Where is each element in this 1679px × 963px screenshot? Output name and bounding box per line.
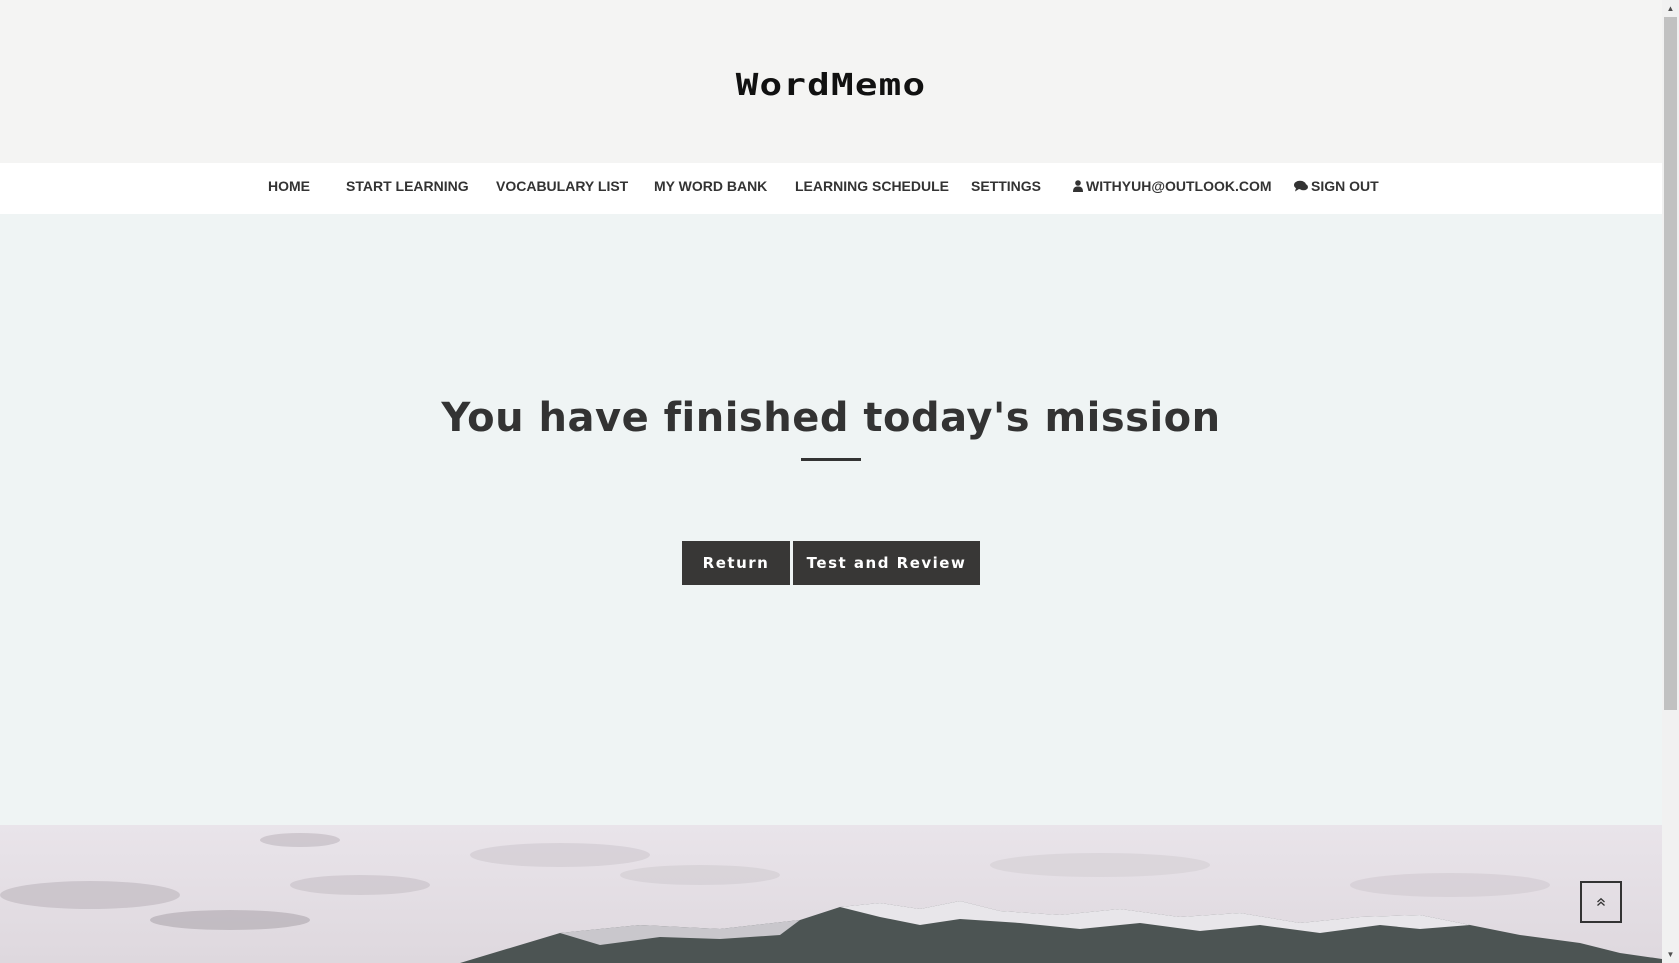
site-header: WordMemo <box>0 0 1662 163</box>
nav-item-vocabulary-list[interactable]: VOCABULARY LIST <box>496 163 628 214</box>
nav-item-my-word-bank[interactable]: MY WORD BANK <box>654 163 767 214</box>
nav-item-start-learning[interactable]: START LEARNING <box>346 163 469 214</box>
user-icon <box>1073 163 1083 210</box>
nav-item-account[interactable]: WITHYUH@OUTLOOK.COM <box>1073 163 1272 214</box>
main-content: You have finished today's mission Return… <box>0 214 1662 825</box>
sign-out-label: SIGN OUT <box>1311 178 1379 194</box>
main-nav: HOME START LEARNING VOCABULARY LIST MY W… <box>0 163 1662 214</box>
nav-item-settings[interactable]: SETTINGS <box>971 163 1041 214</box>
return-button[interactable]: Return <box>682 541 790 585</box>
comments-icon <box>1294 163 1308 210</box>
page: WordMemo HOME START LEARNING VOCABULARY … <box>0 0 1662 963</box>
nav-item-learning-schedule[interactable]: LEARNING SCHEDULE <box>795 163 949 214</box>
site-logo[interactable]: WordMemo <box>0 68 1662 103</box>
nav-item-home[interactable]: HOME <box>268 163 310 214</box>
nav-item-sign-out[interactable]: SIGN OUT <box>1294 163 1379 214</box>
vertical-scrollbar[interactable]: ▲ ▼ <box>1662 0 1679 963</box>
mountain-banner-image <box>0 825 1662 963</box>
double-chevron-up-icon <box>1596 893 1606 909</box>
page-title: You have finished today's mission <box>441 395 1221 441</box>
test-and-review-button[interactable]: Test and Review <box>793 541 980 585</box>
account-email: WITHYUH@OUTLOOK.COM <box>1086 178 1272 194</box>
scroll-up-arrow-icon[interactable]: ▲ <box>1662 0 1679 17</box>
scrollbar-thumb[interactable] <box>1664 17 1677 710</box>
back-to-top-button[interactable] <box>1580 881 1622 923</box>
title-divider <box>801 458 861 461</box>
scroll-down-arrow-icon[interactable]: ▼ <box>1662 946 1679 963</box>
